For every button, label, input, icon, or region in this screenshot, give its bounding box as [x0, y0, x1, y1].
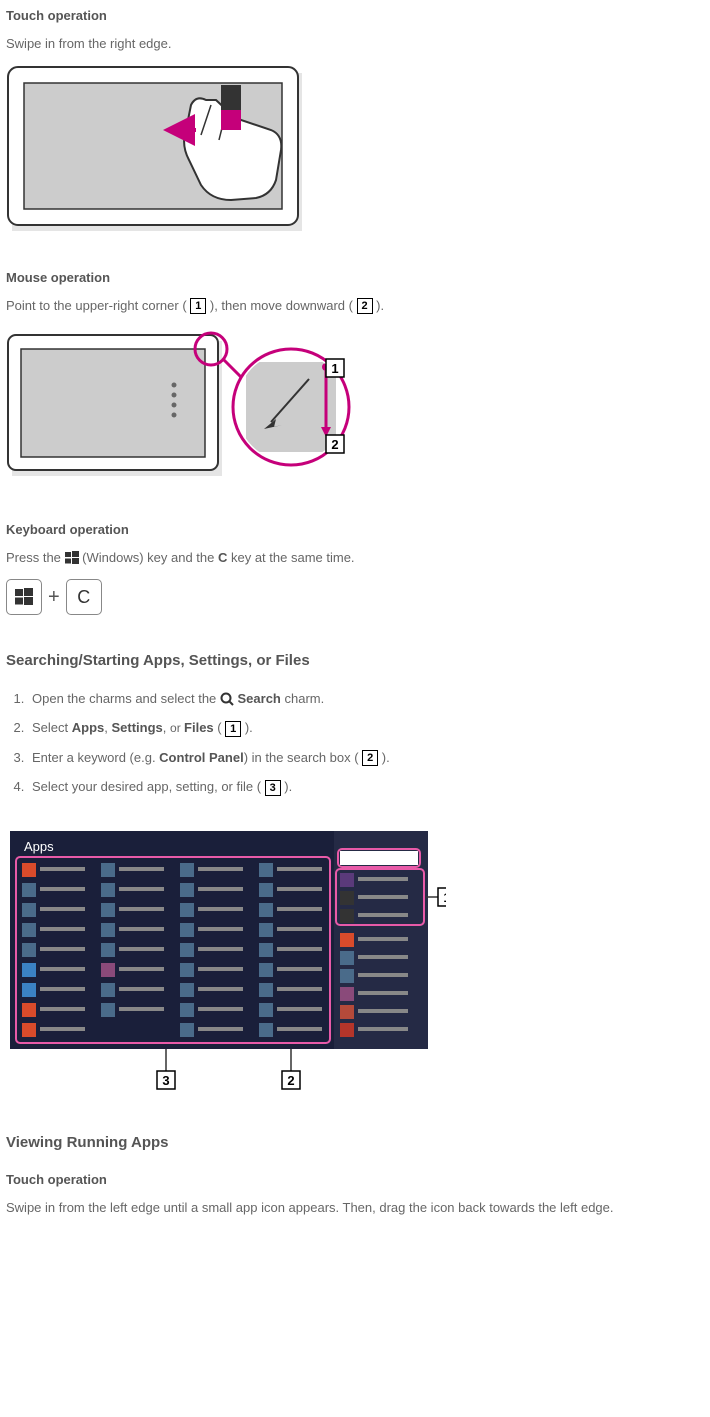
touch-op-text: Swipe in from the right edge. — [6, 34, 704, 54]
kb-text-pre: Press the — [6, 550, 65, 565]
mouse-op-text: Point to the upper-right corner ( 1 ), t… — [6, 296, 704, 316]
running-touch-heading: Touch operation — [6, 1170, 704, 1190]
windows-key-icon — [65, 551, 79, 565]
kb-key-c: C — [218, 550, 227, 565]
callout-2-icon: 2 — [362, 750, 378, 766]
callout-3-icon: 3 — [265, 780, 281, 796]
key-combo-illustration: + C — [6, 579, 704, 615]
running-apps-heading: Viewing Running Apps — [6, 1132, 704, 1155]
callout-1-icon: 1 — [225, 721, 241, 737]
windows-logo-icon — [14, 587, 34, 607]
c-key-box: C — [66, 579, 102, 615]
svg-text:Apps: Apps — [24, 839, 54, 854]
mouse-text-pre: Point to the upper-right corner ( — [6, 298, 190, 313]
kb-text-mid: (Windows) key and the — [79, 550, 218, 565]
kb-text-post: key at the same time. — [227, 550, 354, 565]
svg-text:1: 1 — [443, 890, 446, 905]
search-step-4: Select your desired app, setting, or fil… — [28, 777, 704, 797]
callout-2-icon: 2 — [357, 298, 373, 314]
keyboard-op-heading: Keyboard operation — [6, 520, 704, 540]
search-step-2: Select Apps, Settings, or Files ( 1 ). — [28, 718, 704, 738]
apps-search-illustration: Apps Search — [6, 827, 704, 1097]
search-steps-list: Open the charms and select the Search ch… — [6, 689, 704, 797]
svg-text:3: 3 — [162, 1073, 169, 1088]
search-charm-icon — [220, 692, 234, 706]
searching-heading: Searching/Starting Apps, Settings, or Fi… — [6, 650, 704, 673]
swipe-right-illustration — [6, 65, 704, 240]
svg-text:2: 2 — [287, 1073, 294, 1088]
svg-text:1: 1 — [331, 361, 338, 376]
callout-1-icon: 1 — [190, 298, 206, 314]
mouse-text-post: ). — [373, 298, 385, 313]
running-touch-text: Swipe in from the left edge until a smal… — [6, 1198, 704, 1218]
search-step-3: Enter a keyword (e.g. Control Panel) in … — [28, 748, 704, 768]
touch-op-heading: Touch operation — [6, 6, 704, 26]
mouse-op-heading: Mouse operation — [6, 268, 704, 288]
plus-icon: + — [48, 582, 60, 612]
mouse-corner-illustration: 1 2 — [6, 327, 704, 492]
mouse-text-mid: ), then move downward ( — [206, 298, 356, 313]
svg-text:2: 2 — [331, 437, 338, 452]
windows-key-box — [6, 579, 42, 615]
search-step-1: Open the charms and select the Search ch… — [28, 689, 704, 709]
keyboard-op-text: Press the (Windows) key and the C key at… — [6, 548, 704, 568]
